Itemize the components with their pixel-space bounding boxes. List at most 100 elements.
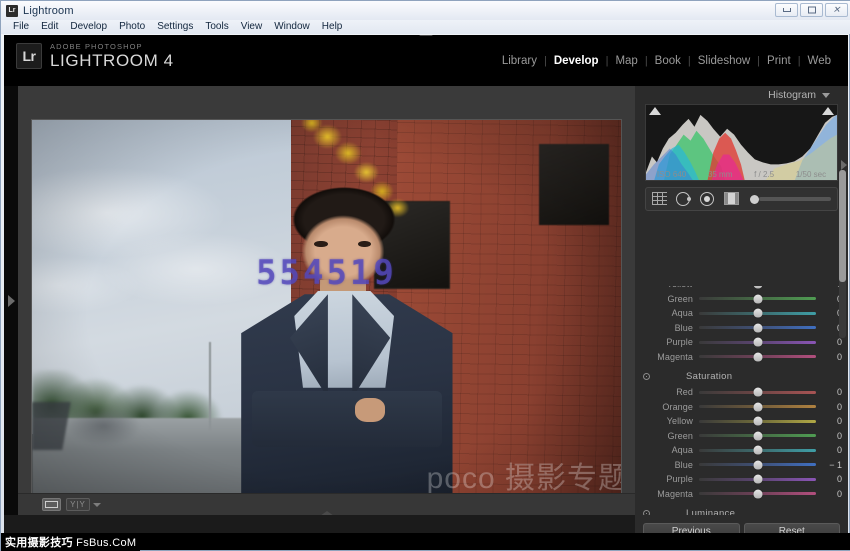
target-adjust-icon[interactable] <box>643 373 650 380</box>
slider-track[interactable] <box>699 405 816 408</box>
spot-removal-tool[interactable] <box>676 192 693 207</box>
close-button[interactable]: ✕ <box>825 3 848 17</box>
meta-focal: 35 mm <box>708 170 732 179</box>
slider-hue-blue[interactable]: Blue 0 <box>635 321 848 336</box>
compare-view-button[interactable]: Y|Y <box>66 498 90 511</box>
slider-thumb[interactable] <box>753 431 762 440</box>
luminance-header[interactable]: Luminance <box>635 505 848 515</box>
adjustment-brush-slider[interactable] <box>750 196 831 202</box>
slider-value[interactable]: 0 <box>816 445 842 455</box>
slider-thumb[interactable] <box>753 338 762 347</box>
slider-value[interactable]: 0 <box>816 402 842 412</box>
slider-hue-purple[interactable]: Purple 0 <box>635 335 848 350</box>
slider-hue-magenta[interactable]: Magenta 0 <box>635 350 848 365</box>
slider-thumb[interactable] <box>753 475 762 484</box>
identity-plate[interactable]: Lr ADOBE PHOTOSHOP LIGHTROOM 4 <box>16 42 174 70</box>
scrollbar-thumb[interactable] <box>839 170 846 282</box>
right-panel-collapse[interactable] <box>841 160 847 170</box>
left-panel-collapse[interactable] <box>4 86 18 515</box>
slider-sat-purple[interactable]: Purple 0 <box>635 472 848 487</box>
maximize-button[interactable] <box>800 3 823 17</box>
menu-item-develop[interactable]: Develop <box>64 20 113 34</box>
slider-track[interactable] <box>699 434 816 437</box>
slider-thumb[interactable] <box>753 388 762 397</box>
slider-thumb[interactable] <box>753 417 762 426</box>
slider-value[interactable]: − 1 <box>816 460 842 470</box>
luminance-section: Luminance Red + 1 Orange + 2 Yellow <box>635 505 848 515</box>
module-slideshow[interactable]: Slideshow <box>691 54 757 68</box>
menu-item-window[interactable]: Window <box>268 20 316 34</box>
slider-sat-magenta[interactable]: Magenta 0 <box>635 487 848 502</box>
slider-hue-aqua[interactable]: Aqua 0 <box>635 306 848 321</box>
slider-track[interactable] <box>699 478 816 481</box>
slider-hue-green[interactable]: Green 0 <box>635 292 848 307</box>
loupe-view-icon[interactable] <box>42 498 61 511</box>
photo-container[interactable]: 554519 poco 摄影专题 http://photo.poco.cn/ <box>32 120 621 523</box>
minimize-icon <box>783 8 791 12</box>
slider-value[interactable]: 0 <box>816 431 842 441</box>
slider-sat-red[interactable]: Red 0 <box>635 385 848 400</box>
module-book[interactable]: Book <box>648 54 688 68</box>
slider-thumb[interactable] <box>753 323 762 332</box>
slider-track[interactable] <box>699 391 816 394</box>
slider-value[interactable]: 0 <box>816 337 842 347</box>
slider-thumb[interactable] <box>753 460 762 469</box>
image-canvas[interactable]: 554519 poco 摄影专题 http://photo.poco.cn/ Y… <box>18 86 635 515</box>
module-print[interactable]: Print <box>760 54 798 68</box>
graduated-filter-tool[interactable] <box>724 192 741 207</box>
menu-item-tools[interactable]: Tools <box>199 20 234 34</box>
slider-value[interactable]: 0 <box>816 387 842 397</box>
module-web[interactable]: Web <box>801 54 838 68</box>
slider-thumb[interactable] <box>753 352 762 361</box>
image-watermark-number: 554519 <box>256 253 397 293</box>
slider-track[interactable] <box>699 341 816 344</box>
highlight-clipping-indicator[interactable] <box>822 107 834 115</box>
menu-item-file[interactable]: File <box>7 20 35 34</box>
slider-value[interactable]: 0 <box>816 352 842 362</box>
slider-sat-green[interactable]: Green 0 <box>635 429 848 444</box>
menu-item-view[interactable]: View <box>235 20 269 34</box>
hsl-panel[interactable]: Yellow 0 Green 0 Aqua 0 <box>635 286 848 515</box>
right-panel-scrollbar[interactable] <box>839 170 846 338</box>
histogram-header[interactable]: Histogram <box>635 86 848 104</box>
slider-thumb[interactable] <box>753 286 762 289</box>
slider-thumb[interactable] <box>753 446 762 455</box>
slider-track[interactable] <box>699 449 816 452</box>
menu-item-photo[interactable]: Photo <box>113 20 151 34</box>
slider-sat-aqua[interactable]: Aqua 0 <box>635 443 848 458</box>
slider-track[interactable] <box>699 312 816 315</box>
slider-track[interactable] <box>699 463 816 466</box>
module-develop[interactable]: Develop <box>547 54 606 68</box>
slider-value[interactable]: 0 <box>816 416 842 426</box>
red-eye-tool[interactable] <box>700 192 717 207</box>
slider-track[interactable] <box>699 355 816 358</box>
brush-size-track[interactable] <box>759 197 831 201</box>
minimize-button[interactable] <box>775 3 798 17</box>
slider-sat-orange[interactable]: Orange 0 <box>635 400 848 415</box>
slider-label: Yellow <box>641 416 699 426</box>
module-map[interactable]: Map <box>608 54 644 68</box>
shadow-clipping-indicator[interactable] <box>649 107 661 115</box>
menu-item-settings[interactable]: Settings <box>151 20 199 34</box>
slider-value[interactable]: 0 <box>816 474 842 484</box>
slider-track[interactable] <box>699 492 816 495</box>
chevron-down-icon[interactable] <box>93 503 101 507</box>
slider-track[interactable] <box>699 420 816 423</box>
slider-thumb[interactable] <box>753 402 762 411</box>
chevron-down-icon[interactable] <box>822 93 830 98</box>
menu-item-edit[interactable]: Edit <box>35 20 64 34</box>
slider-track[interactable] <box>699 297 816 300</box>
slider-value[interactable]: 0 <box>816 489 842 499</box>
menu-item-help[interactable]: Help <box>316 20 349 34</box>
slider-sat-blue[interactable]: Blue − 1 <box>635 458 848 473</box>
slider-thumb[interactable] <box>753 489 762 498</box>
slider-thumb[interactable] <box>753 294 762 303</box>
histogram-panel[interactable]: ISO 640 35 mm f / 2.5 1/50 sec <box>645 104 838 181</box>
app-icon: Lr <box>6 5 18 17</box>
crop-overlay-tool[interactable] <box>652 192 669 207</box>
slider-track[interactable] <box>699 326 816 329</box>
module-library[interactable]: Library <box>495 54 544 68</box>
saturation-header[interactable]: Saturation <box>635 368 848 385</box>
slider-thumb[interactable] <box>753 309 762 318</box>
slider-sat-yellow[interactable]: Yellow 0 <box>635 414 848 429</box>
